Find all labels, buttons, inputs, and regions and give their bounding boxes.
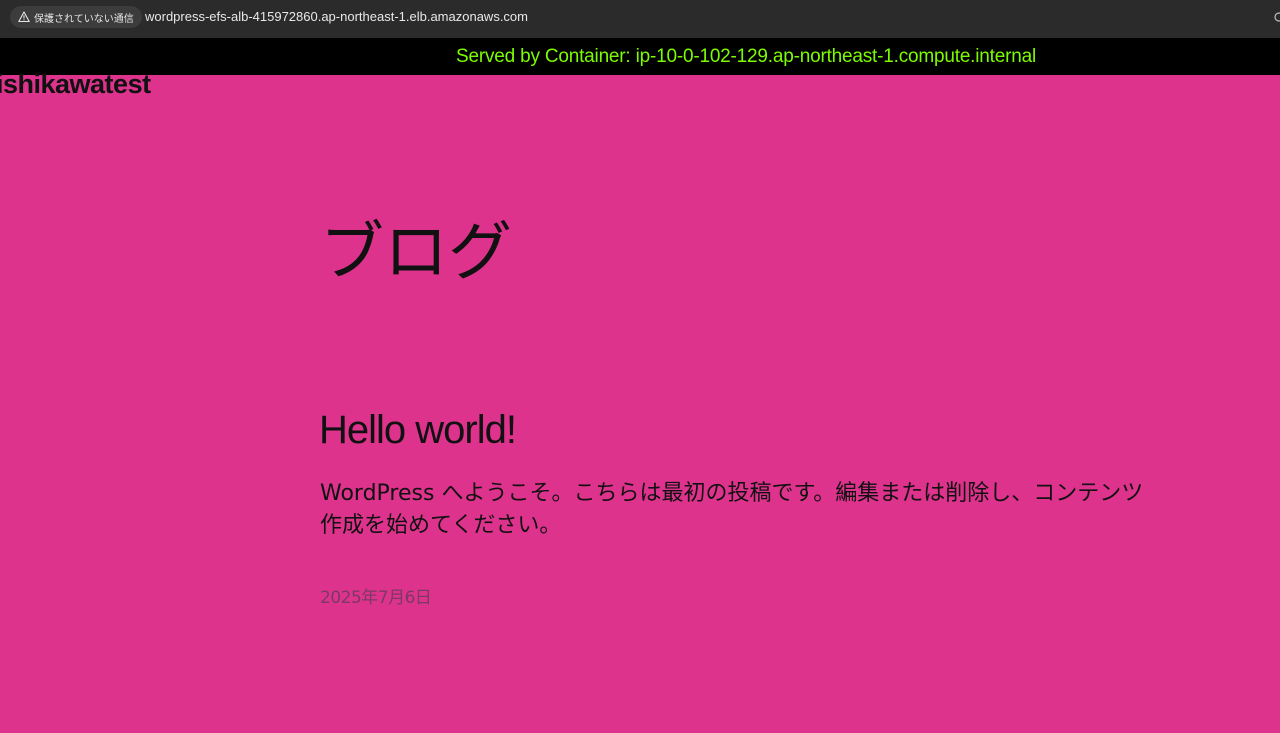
site-content: ishikawatest ブログ Hello world! WordPress … <box>0 69 1280 733</box>
post-title-link[interactable]: Hello world! <box>319 405 517 455</box>
warning-icon <box>18 11 30 23</box>
page-title: ブログ <box>320 216 512 290</box>
container-info-text: Served by Container: ip-10-0-102-129.ap-… <box>456 46 1036 67</box>
container-info-banner: Served by Container: ip-10-0-102-129.ap-… <box>0 38 1280 75</box>
security-label: 保護されていない通信 <box>34 13 134 25</box>
site-title-link[interactable]: ishikawatest <box>0 69 151 100</box>
post-date: 2025年7月6日 <box>320 588 432 608</box>
security-indicator[interactable]: 保護されていない通信 <box>10 6 142 28</box>
site-info-icon[interactable] <box>1272 11 1280 23</box>
post-excerpt: WordPress へようこそ。こちらは最初の投稿です。編集または削除し、コンテ… <box>320 481 1144 538</box>
address-bar-url[interactable]: wordpress-efs-alb-415972860.ap-northeast… <box>145 9 528 24</box>
browser-toolbar: 保護されていない通信 wordpress-efs-alb-415972860.a… <box>0 0 1280 39</box>
